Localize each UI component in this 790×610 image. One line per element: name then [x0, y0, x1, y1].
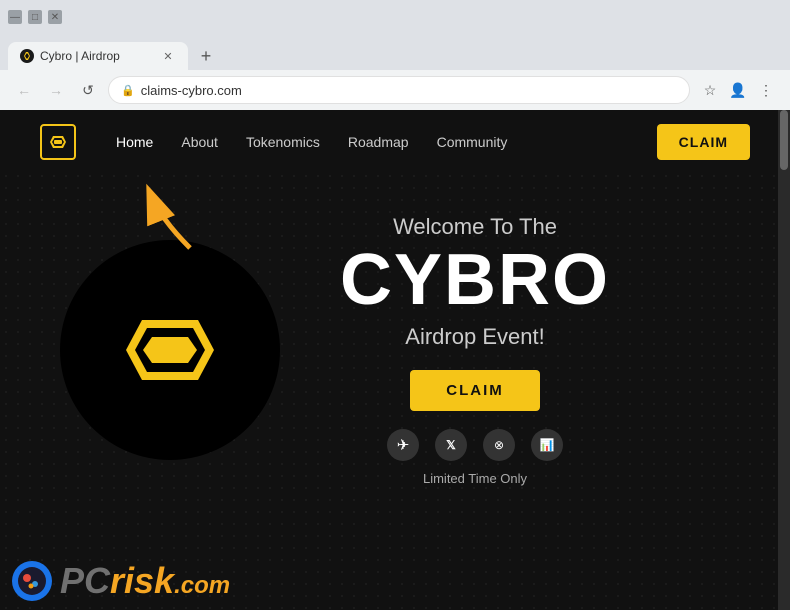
tab-bar: Cybro | Airdrop ✕ + — [0, 34, 790, 70]
watermark-logo-svg — [17, 566, 47, 596]
profile-button[interactable]: 👤 — [726, 78, 750, 102]
nav-claim-button[interactable]: CLAIM — [657, 124, 750, 160]
tab-close-button[interactable]: ✕ — [160, 48, 176, 64]
navbar: Home About Tokenomics Roadmap Community … — [0, 110, 790, 174]
watermark-pc: P — [60, 560, 84, 601]
watermark-risk: risk — [110, 560, 174, 601]
toolbar-icons: ☆ 👤 ⋮ — [698, 78, 778, 102]
airdrop-subtitle: Airdrop Event! — [405, 324, 544, 350]
close-button[interactable]: ✕ — [48, 10, 62, 24]
limited-time-text: Limited Time Only — [423, 471, 527, 486]
watermark-text: PCrisk.com — [60, 560, 230, 602]
reload-button[interactable]: ↺ — [76, 78, 100, 102]
chart-icon[interactable]: 📊 — [531, 429, 563, 461]
main-content: Welcome To The CYBRO Airdrop Event! CLAI… — [0, 194, 790, 506]
active-tab[interactable]: Cybro | Airdrop ✕ — [8, 42, 188, 70]
scrollbar-thumb[interactable] — [780, 110, 788, 170]
browser-chrome: — □ ✕ Cybro | Airdrop ✕ + ← → ↺ 🔒 claims… — [0, 0, 790, 110]
watermark-com: .com — [174, 572, 230, 599]
minimize-button[interactable]: — — [8, 10, 22, 24]
nav-community[interactable]: Community — [437, 134, 508, 150]
watermark: PCrisk.com — [0, 552, 242, 610]
social-icons: ✈ 𝕏 ⊗ 📊 — [387, 429, 563, 461]
new-tab-button[interactable]: + — [192, 42, 220, 70]
website-content: Home About Tokenomics Roadmap Community … — [0, 110, 790, 610]
menu-button[interactable]: ⋮ — [754, 78, 778, 102]
nav-tokenomics[interactable]: Tokenomics — [246, 134, 320, 150]
back-button[interactable]: ← — [12, 78, 36, 102]
twitter-icon[interactable]: 𝕏 — [435, 429, 467, 461]
forward-button[interactable]: → — [44, 78, 68, 102]
lock-icon: 🔒 — [121, 84, 135, 97]
watermark-icon — [12, 561, 52, 601]
url-text: claims-cybro.com — [141, 83, 677, 98]
hero-title: CYBRO — [340, 244, 610, 316]
maximize-button[interactable]: □ — [28, 10, 42, 24]
tab-favicon — [20, 49, 34, 63]
title-bar: — □ ✕ — [0, 0, 790, 34]
address-bar-row: ← → ↺ 🔒 claims-cybro.com ☆ 👤 ⋮ — [0, 70, 790, 110]
nav-roadmap[interactable]: Roadmap — [348, 134, 409, 150]
bookmark-button[interactable]: ☆ — [698, 78, 722, 102]
hero-text-section: Welcome To The CYBRO Airdrop Event! CLAI… — [340, 214, 610, 486]
hero-logo-circle — [60, 240, 280, 460]
telegram-icon[interactable]: ✈ — [387, 429, 419, 461]
nav-about[interactable]: About — [181, 134, 218, 150]
window-controls: — □ ✕ — [8, 10, 62, 24]
address-bar[interactable]: 🔒 claims-cybro.com — [108, 76, 690, 104]
welcome-text: Welcome To The — [393, 214, 557, 240]
watermark-c: C — [84, 560, 110, 601]
discord-icon[interactable]: ⊗ — [483, 429, 515, 461]
hero-claim-button[interactable]: CLAIM — [410, 370, 540, 411]
hero-logo-svg — [115, 318, 225, 383]
arrow-annotation — [130, 178, 210, 263]
tab-title: Cybro | Airdrop — [40, 49, 120, 63]
site-logo[interactable] — [40, 124, 76, 160]
scrollbar[interactable] — [778, 110, 790, 610]
nav-home[interactable]: Home — [116, 134, 153, 150]
nav-links: Home About Tokenomics Roadmap Community — [116, 134, 657, 150]
